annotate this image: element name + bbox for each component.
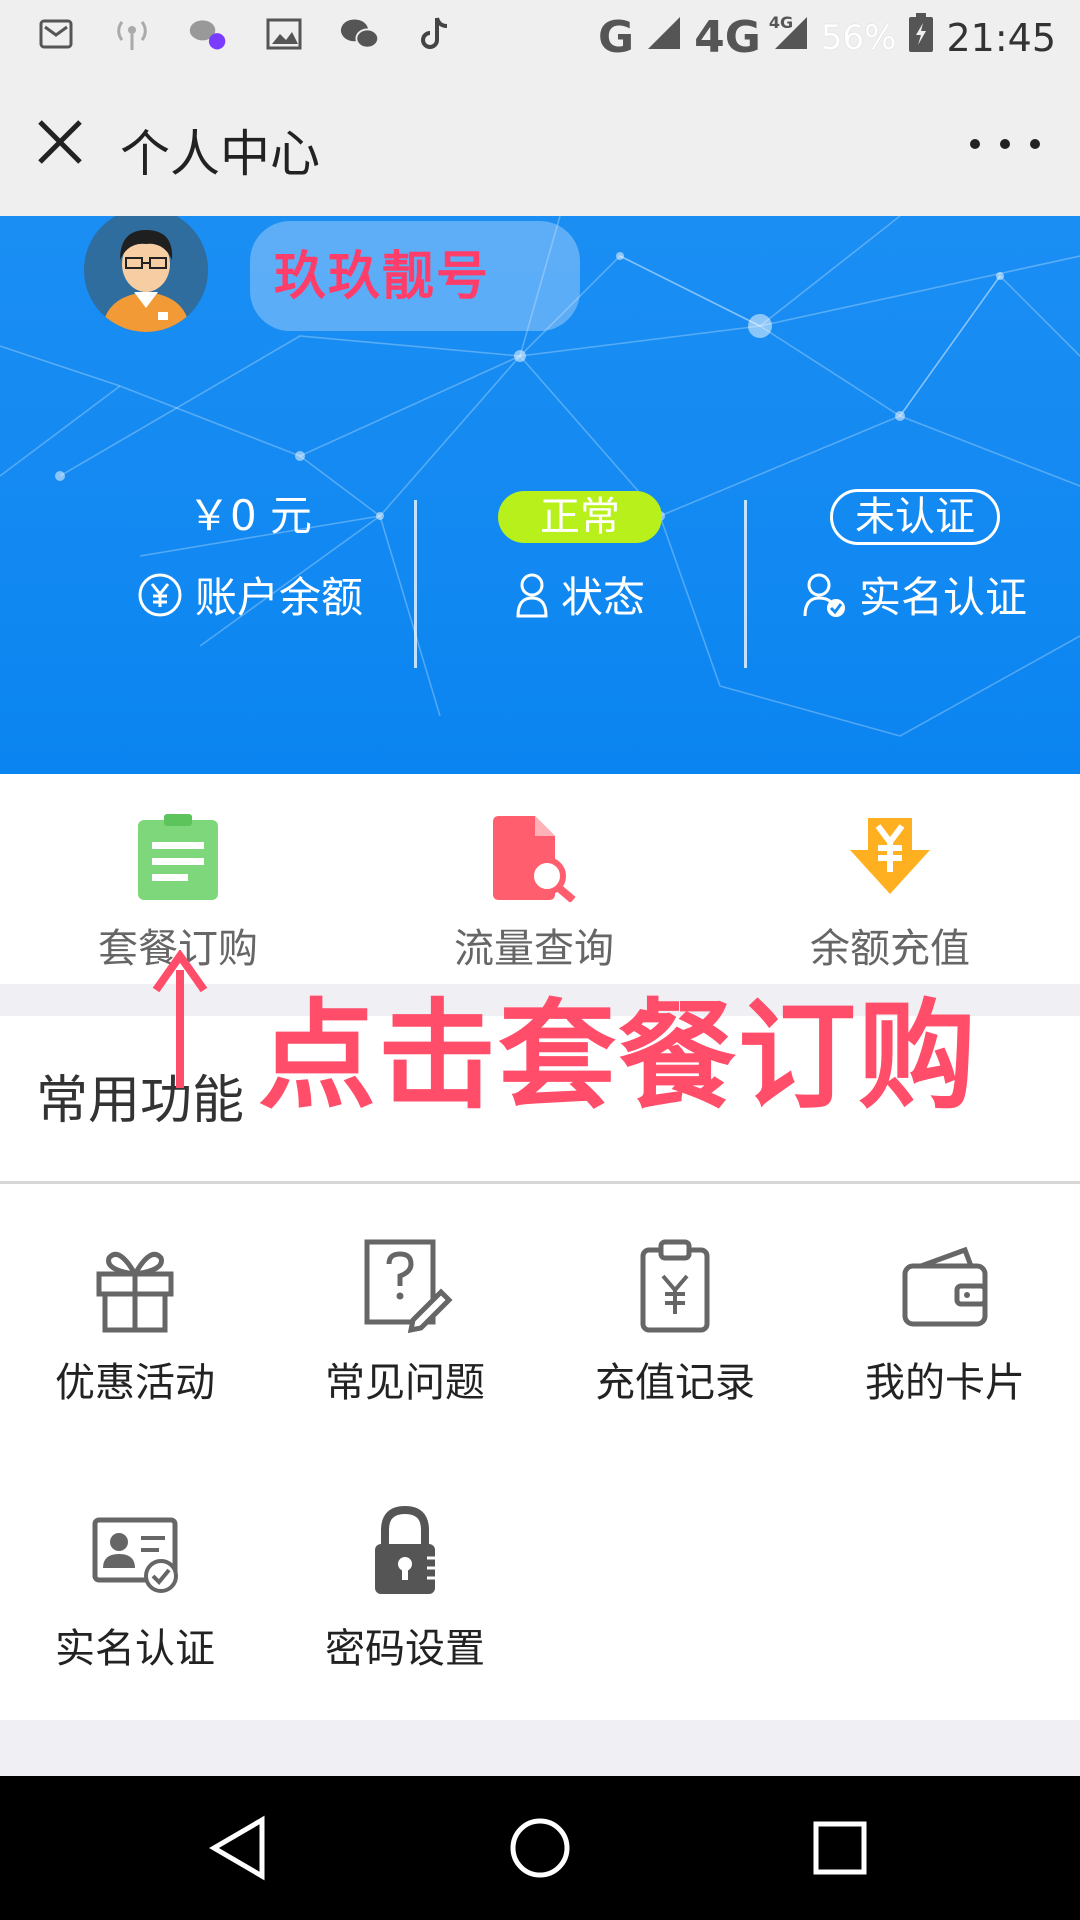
id-card-check-icon (92, 1517, 178, 1593)
wechat-icon (340, 14, 380, 54)
data-query-icon (493, 816, 576, 904)
page-bottom-spacer (0, 1720, 1080, 1776)
grid-label: 常见问题 (325, 1360, 485, 1406)
grid-label: 充值记录 (595, 1360, 755, 1406)
grid-faq[interactable]: 常见问题 (270, 1236, 540, 1408)
stat-divider (414, 500, 417, 668)
signal-icon (646, 15, 682, 61)
home-button[interactable] (504, 1812, 576, 1884)
system-status: G 4G 4G 56% 21:45 (598, 12, 1056, 63)
grid-promotions[interactable]: 优惠活动 (0, 1236, 270, 1408)
user-icon (516, 573, 548, 617)
grid-recharge-records[interactable]: 充值记录 (540, 1236, 810, 1408)
hotspot-icon (112, 14, 152, 54)
grid-label: 优惠活动 (55, 1360, 215, 1406)
battery-icon (908, 12, 934, 63)
stat-divider (744, 500, 747, 668)
status-bar: G 4G 4G 56% 21:45 (0, 0, 1080, 74)
grid-password-settings[interactable]: 密码设置 (270, 1502, 540, 1674)
user-verified-icon (803, 573, 845, 617)
grid-label: 我的卡片 (865, 1360, 1025, 1406)
home-circle-icon[interactable] (504, 1812, 576, 1884)
package-order-icon (138, 814, 218, 900)
yuan-circle-icon (138, 573, 182, 616)
battery-percent: 56% (820, 17, 897, 58)
clock: 21:45 (946, 15, 1056, 60)
page-title: 个人中心 (120, 125, 320, 183)
more-dots-icon[interactable] (970, 139, 980, 149)
close-icon[interactable] (30, 112, 90, 172)
status-label-row: 状态 (440, 564, 720, 625)
wallet-icon (902, 1246, 988, 1327)
mail-icon (36, 14, 76, 54)
close-button[interactable] (30, 112, 90, 172)
section-title: 常用功能 (36, 1071, 245, 1131)
network-type-g: G (598, 12, 635, 63)
grid-label: 实名认证 (55, 1626, 215, 1672)
back-triangle-icon[interactable] (204, 1812, 276, 1884)
quick-balance-topup[interactable]: 余额充值 (780, 814, 1000, 974)
back-button[interactable] (204, 1812, 276, 1884)
signal-4g-icon: 4G (769, 13, 809, 61)
section-divider (0, 1181, 1080, 1184)
annotation-arrow-icon (152, 950, 208, 1088)
grid-my-cards[interactable]: 我的卡片 (810, 1236, 1080, 1408)
yuan-topup-icon (850, 818, 930, 894)
tiktok-icon (416, 14, 456, 54)
balance-value: ￥0 元 (187, 491, 313, 540)
grid-real-name[interactable]: 实名认证 (0, 1502, 270, 1674)
quick-data-query[interactable]: 流量查询 (424, 814, 644, 974)
verification-label-row: 实名认证 (770, 564, 1060, 625)
balance-stat[interactable]: ￥0 元 账户余额 (110, 486, 390, 646)
verification-stat[interactable]: 未认证 实名认证 (770, 486, 1060, 646)
balance-label-row: 账户余额 (110, 564, 390, 625)
username: 玖玖靓号 (274, 247, 491, 307)
clipboard-yuan-icon (640, 1239, 710, 1333)
profile-header: 玖玖靓号 ￥0 元 账户余额 正常 状态 未认证 实名认证 (0, 216, 1080, 774)
gift-icon (96, 1252, 174, 1333)
recents-button[interactable] (804, 1812, 876, 1884)
status-stat[interactable]: 正常 状态 (440, 486, 720, 646)
verification-badge: 未认证 (830, 489, 1000, 545)
wechat-link-icon (188, 14, 228, 54)
status-badge: 正常 (498, 491, 662, 543)
question-edit-icon (364, 1239, 453, 1334)
balance-label: 账户余额 (194, 573, 363, 622)
title-bar: 个人中心 (0, 74, 1080, 216)
verification-label: 实名认证 (858, 573, 1027, 622)
navigation-bar (0, 1776, 1080, 1920)
network-type-4g: 4G (694, 12, 761, 63)
recents-square-icon[interactable] (804, 1812, 876, 1884)
status-label: 状态 (560, 573, 645, 622)
annotation-text: 点击套餐订购 (258, 987, 979, 1125)
grid-label: 密码设置 (325, 1626, 485, 1672)
lock-icon (375, 1505, 435, 1594)
image-icon (264, 14, 304, 54)
notification-icons (36, 14, 456, 54)
more-options-button[interactable] (970, 114, 1040, 174)
